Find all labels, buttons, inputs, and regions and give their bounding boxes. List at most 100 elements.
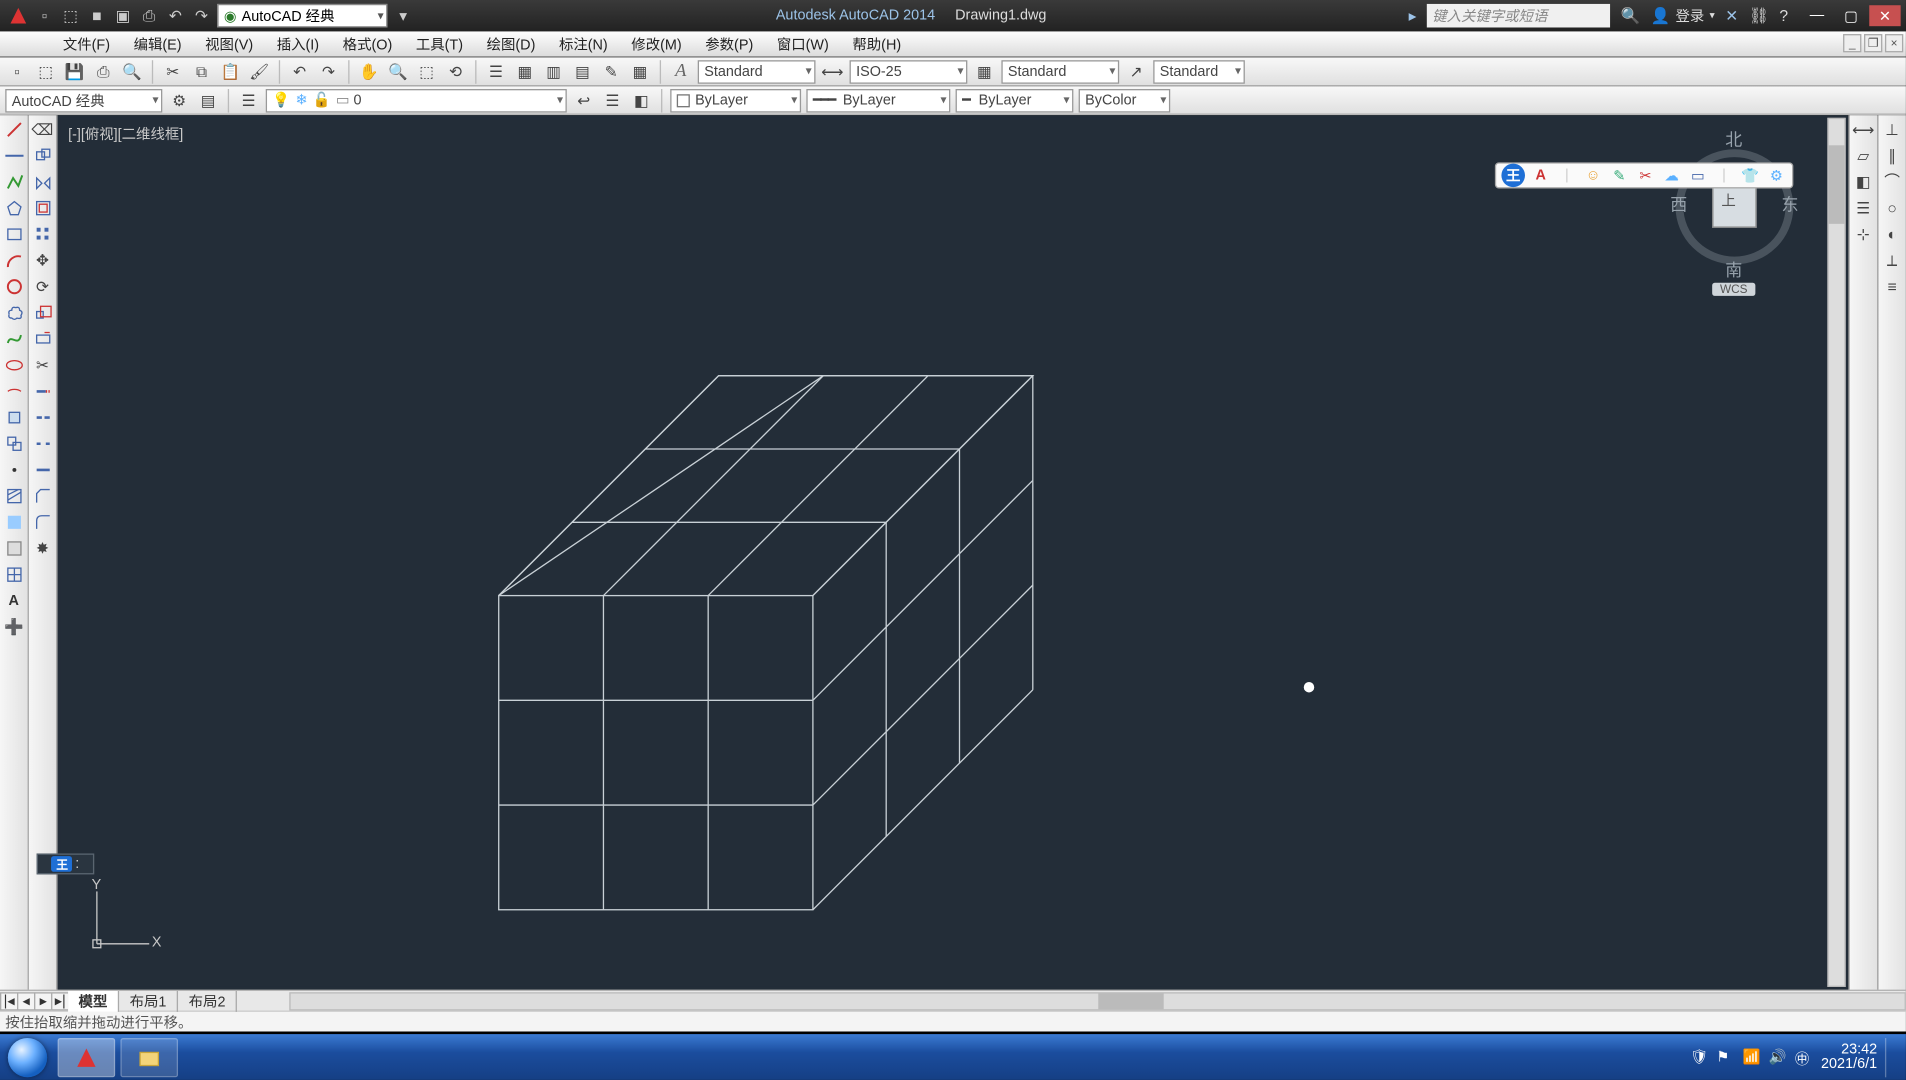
- extend-tool[interactable]: [31, 380, 55, 404]
- viewcube-east[interactable]: 东: [1782, 191, 1799, 216]
- menu-help[interactable]: 帮助(H): [842, 31, 912, 57]
- gradient-tool[interactable]: [2, 511, 26, 535]
- trim-tool[interactable]: ✂: [31, 353, 55, 377]
- zoom-window-button[interactable]: ⬚: [415, 60, 439, 84]
- xline-tool[interactable]: [2, 144, 26, 168]
- table-style-dropdown[interactable]: Standard: [1001, 60, 1119, 84]
- exchange-icon[interactable]: ✕: [1725, 8, 1738, 24]
- help-search-input[interactable]: 键入关键字或短语: [1427, 4, 1610, 28]
- image-icon[interactable]: ▭: [1687, 165, 1708, 186]
- scrollbar-thumb[interactable]: [1098, 993, 1163, 1009]
- workspace-dropdown[interactable]: ◉AutoCAD 经典: [217, 4, 387, 28]
- chamfer-tool[interactable]: [31, 484, 55, 508]
- saveas-icon[interactable]: ▣: [113, 5, 134, 26]
- constraint-tool-1[interactable]: ⊥: [1880, 118, 1904, 142]
- designcenter-button[interactable]: ▦: [513, 60, 537, 84]
- tray-security-icon[interactable]: 🛡: [1690, 1048, 1708, 1066]
- save-icon[interactable]: ■: [86, 5, 107, 26]
- workspace-settings-button[interactable]: ⚙: [168, 88, 192, 112]
- minimize-button[interactable]: —: [1801, 5, 1832, 26]
- menu-dimension[interactable]: 标注(N): [548, 31, 618, 57]
- distance-tool[interactable]: ⟷: [1852, 118, 1876, 142]
- tab-first-button[interactable]: |◂: [0, 992, 18, 1010]
- tab-prev-button[interactable]: ◂: [17, 992, 35, 1010]
- copy-button[interactable]: ⧉: [190, 60, 214, 84]
- erase-tool[interactable]: ⌫: [31, 118, 55, 142]
- close-button[interactable]: ✕: [1869, 5, 1900, 26]
- copy-tool[interactable]: [31, 144, 55, 168]
- addselected-tool[interactable]: ➕: [2, 615, 26, 639]
- tablestyle-button[interactable]: ▦: [973, 60, 997, 84]
- menu-modify[interactable]: 修改(M): [621, 31, 692, 57]
- stay-connected-icon[interactable]: ⛓: [1749, 8, 1769, 24]
- paste-button[interactable]: 📋: [219, 60, 243, 84]
- dimstyle-button[interactable]: ⟷: [821, 60, 845, 84]
- scale-tool[interactable]: [31, 301, 55, 325]
- zoom-realtime-button[interactable]: 🔍: [386, 60, 410, 84]
- ellipse-arc-tool[interactable]: [2, 380, 26, 404]
- tray-clock[interactable]: 23:42 2021/6/1: [1821, 1043, 1877, 1072]
- doc-close-button[interactable]: ×: [1885, 34, 1903, 52]
- taskbar-item-explorer[interactable]: [120, 1037, 178, 1076]
- rectangle-tool[interactable]: [2, 223, 26, 247]
- plot-preview-button[interactable]: 🔍: [120, 60, 144, 84]
- show-desktop-button[interactable]: [1885, 1037, 1895, 1076]
- color-dropdown[interactable]: ByLayer: [670, 88, 801, 112]
- open-icon[interactable]: ⬚: [60, 5, 81, 26]
- search-icon[interactable]: 🔍: [1621, 8, 1641, 24]
- person-icon[interactable]: 👕: [1740, 165, 1761, 186]
- tab-model[interactable]: 模型: [68, 990, 119, 1011]
- constraint-tool-4[interactable]: ○: [1880, 196, 1904, 220]
- start-button[interactable]: [0, 1034, 55, 1080]
- ellipse-tool[interactable]: [2, 353, 26, 377]
- text-style-dropdown[interactable]: Standard: [698, 60, 816, 84]
- mirror-tool[interactable]: [31, 170, 55, 194]
- text-icon[interactable]: A: [1530, 165, 1551, 186]
- workspace-save-button[interactable]: ▤: [196, 88, 220, 112]
- viewcube-face[interactable]: 上: [1712, 183, 1757, 228]
- mtext-tool[interactable]: A: [2, 589, 26, 613]
- move-tool[interactable]: ✥: [31, 249, 55, 273]
- polyline-tool[interactable]: [2, 170, 26, 194]
- tray-action-center-icon[interactable]: ⚑: [1716, 1048, 1734, 1066]
- layer-dropdown[interactable]: 💡❄🔓▭ 0: [266, 88, 567, 112]
- layer-properties-button[interactable]: ☰: [237, 88, 261, 112]
- horizontal-scrollbar[interactable]: [290, 992, 1906, 1010]
- circle-tool[interactable]: [2, 275, 26, 299]
- point-tool[interactable]: [2, 458, 26, 482]
- offset-tool[interactable]: [31, 196, 55, 220]
- constraint-tool-7[interactable]: ≡: [1880, 275, 1904, 299]
- layer-iso-button[interactable]: ◧: [630, 88, 654, 112]
- revcloud-tool[interactable]: [2, 301, 26, 325]
- maximize-button[interactable]: ▢: [1835, 5, 1866, 26]
- menu-view[interactable]: 视图(V): [195, 31, 264, 57]
- view-cube[interactable]: 北 上 西 东 南 WCS: [1676, 126, 1794, 296]
- break-at-point-tool[interactable]: [31, 406, 55, 430]
- matchprop-button[interactable]: 🖌: [247, 60, 271, 84]
- pan-button[interactable]: ✋: [357, 60, 381, 84]
- menu-parametric[interactable]: 参数(P): [695, 31, 764, 57]
- fillet-tool[interactable]: [31, 511, 55, 535]
- print-icon[interactable]: ⎙: [139, 5, 160, 26]
- pencil-icon[interactable]: ✎: [1609, 165, 1630, 186]
- redo-icon[interactable]: ↷: [191, 5, 212, 26]
- doc-minimize-button[interactable]: _: [1843, 34, 1861, 52]
- taskbar-item-autocad[interactable]: [58, 1037, 116, 1076]
- spline-tool[interactable]: [2, 327, 26, 351]
- dim-style-dropdown[interactable]: ISO-25: [850, 60, 968, 84]
- help-icon[interactable]: ?: [1779, 8, 1788, 24]
- constraint-tool-2[interactable]: ∥: [1880, 144, 1904, 168]
- workspace-dropdown-2[interactable]: AutoCAD 经典: [5, 88, 162, 112]
- properties-button[interactable]: ☰: [484, 60, 508, 84]
- region-tool[interactable]: [2, 537, 26, 561]
- list-tool[interactable]: ☰: [1852, 196, 1876, 220]
- emoji-icon[interactable]: ☺: [1583, 165, 1604, 186]
- viewcube-north[interactable]: 北: [1725, 126, 1742, 151]
- insert-block-tool[interactable]: [2, 406, 26, 430]
- tray-volume-icon[interactable]: 🔊: [1769, 1048, 1787, 1066]
- layer-previous-button[interactable]: ↩: [572, 88, 596, 112]
- doc-maximize-button[interactable]: ❐: [1864, 34, 1882, 52]
- login-button[interactable]: 👤登录▾: [1651, 5, 1715, 26]
- constraint-tool-6[interactable]: ⟂: [1880, 249, 1904, 273]
- linetype-dropdown[interactable]: ━━━ByLayer: [806, 88, 950, 112]
